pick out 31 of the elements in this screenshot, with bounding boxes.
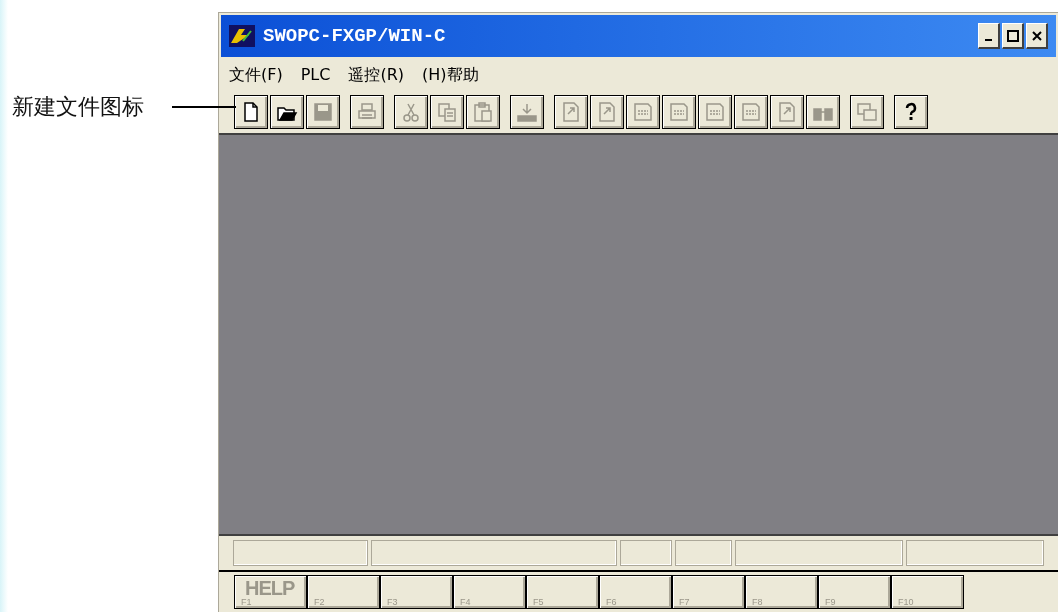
close-button[interactable] <box>1026 23 1048 49</box>
minimize-button[interactable] <box>978 23 1000 49</box>
tray-arrow-icon <box>516 101 538 123</box>
labeled-block-icon <box>668 101 690 123</box>
toolbar-button[interactable] <box>234 95 268 129</box>
toolbar-button[interactable] <box>894 95 928 129</box>
labeled-block-icon <box>632 101 654 123</box>
labeled-block-icon <box>740 101 762 123</box>
annotation-label: 新建文件图标 <box>12 94 144 119</box>
copy-icon <box>436 101 458 123</box>
page-icon <box>596 101 618 123</box>
leader-line <box>172 106 236 108</box>
menu-item[interactable]: 文件(F) <box>229 63 283 87</box>
toolbar-button[interactable] <box>270 95 304 129</box>
page-icon <box>776 101 798 123</box>
maximize-icon <box>1006 29 1019 42</box>
scissors-icon <box>400 101 422 123</box>
labeled-block-icon <box>704 101 726 123</box>
menu-item[interactable]: PLC <box>300 63 331 87</box>
maximize-button[interactable] <box>1002 23 1024 49</box>
windows-icon <box>856 101 878 123</box>
menu-item[interactable]: (H)帮助 <box>422 63 479 87</box>
clipboard-icon <box>472 101 494 123</box>
window-title: SWOPC-FXGP/WIN-C <box>263 23 446 49</box>
status-pane <box>620 540 672 566</box>
page-icon <box>560 101 582 123</box>
menu-item[interactable]: 遥控(R) <box>348 63 405 87</box>
app-logo-icon <box>229 25 255 47</box>
close-icon <box>1030 29 1043 42</box>
minimize-icon <box>985 38 992 41</box>
status-pane <box>675 540 732 566</box>
